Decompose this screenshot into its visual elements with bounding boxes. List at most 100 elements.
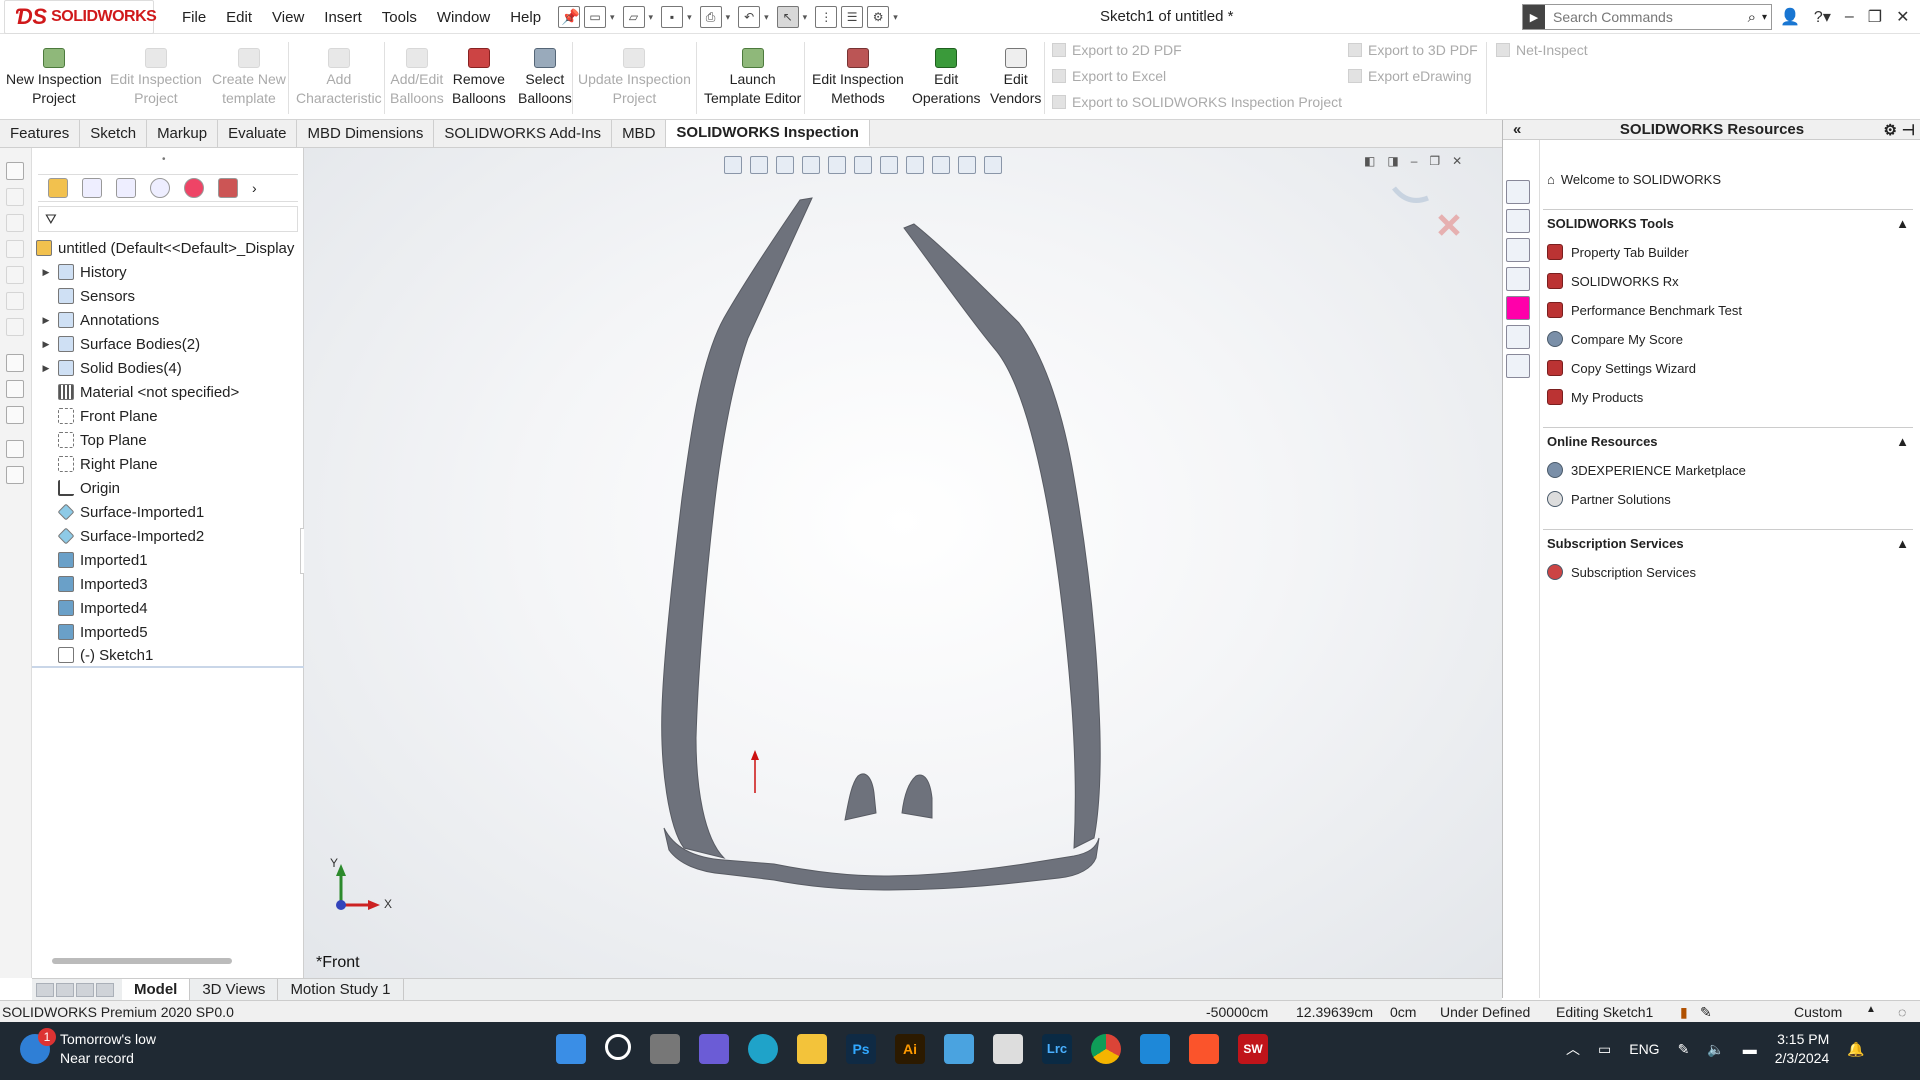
user-icon[interactable]: 👤 <box>1780 7 1800 27</box>
confirmation-corner[interactable] <box>1392 186 1460 236</box>
solidworks-taskbar-icon[interactable]: SW <box>1238 1034 1268 1064</box>
expand-arrow-icon[interactable]: ▶ <box>40 363 52 374</box>
chevron-down-icon[interactable]: ▾ <box>1762 12 1767 23</box>
chat-icon[interactable] <box>699 1034 729 1064</box>
edit-inspection-project-button[interactable]: Edit Inspection Project <box>110 48 202 108</box>
collapse-icon[interactable]: ▲ <box>1896 216 1909 231</box>
edit-vendors-button[interactable]: Edit Vendors <box>990 48 1041 108</box>
print-icon[interactable]: ⎙ <box>699 6 722 28</box>
my-products-link[interactable]: My Products <box>1547 389 1913 405</box>
chevron-right-icon[interactable]: › <box>252 180 257 196</box>
select-balloons-button[interactable]: Select Balloons <box>518 48 572 108</box>
tool-icon[interactable] <box>6 162 24 180</box>
tab-mbd[interactable]: MBD <box>612 120 667 147</box>
tree-item-material[interactable]: Material <not specified> <box>32 380 304 404</box>
tool-icon[interactable] <box>6 266 24 284</box>
tool-icon[interactable] <box>6 318 24 336</box>
solidworks-logo[interactable]: ƊS SOLIDWORKS <box>4 0 157 34</box>
tree-item-solid-bodies[interactable]: ▶ Solid Bodies(4) <box>32 356 304 380</box>
create-new-template-button[interactable]: Create New template <box>212 48 286 108</box>
collapse-icon[interactable]: ▲ <box>1896 536 1909 551</box>
tab-model[interactable]: Model <box>122 979 191 1000</box>
task-view-icon[interactable] <box>650 1034 680 1064</box>
update-inspection-project-button[interactable]: Update Inspection Project <box>578 48 691 108</box>
calendar-icon[interactable] <box>993 1034 1023 1064</box>
chevron-up-icon[interactable]: ▲ <box>1866 1004 1876 1015</box>
display-manager-tab-icon[interactable] <box>184 178 204 198</box>
export-3d-pdf-button[interactable]: Export to 3D PDF <box>1348 42 1478 58</box>
tool-icon[interactable] <box>6 440 24 458</box>
tool-icon[interactable] <box>6 188 24 206</box>
pin-icon[interactable]: ⊣ <box>1902 121 1915 139</box>
menu-insert[interactable]: Insert <box>314 9 372 26</box>
subscription-services-link[interactable]: Subscription Services <box>1547 564 1913 580</box>
close-icon[interactable]: ✕ <box>1896 7 1909 27</box>
panel-grip[interactable]: • <box>162 154 166 165</box>
view-palette-icon[interactable] <box>1506 267 1530 291</box>
brave-browser-icon[interactable] <box>1189 1034 1219 1064</box>
tree-item-surface-imported1[interactable]: Surface-Imported1 <box>32 500 304 524</box>
feature-tree-tab-icon[interactable] <box>48 178 68 198</box>
prev-tab-icon[interactable] <box>56 982 74 997</box>
tree-item-top-plane[interactable]: Top Plane <box>32 428 304 452</box>
design-library-icon[interactable] <box>1506 209 1530 233</box>
tool-icon[interactable] <box>6 406 24 424</box>
expand-arrow-icon[interactable]: ▶ <box>40 339 52 350</box>
sketch-point-arrow[interactable] <box>751 750 759 793</box>
select-pointer-icon[interactable]: ↖ <box>776 6 799 28</box>
export-2d-pdf-button[interactable]: Export to 2D PDF <box>1052 42 1182 58</box>
unit-system[interactable]: Custom <box>1794 1004 1842 1020</box>
tree-item-origin[interactable]: Origin <box>32 476 304 500</box>
menu-file[interactable]: File <box>172 9 216 26</box>
windows-start-icon[interactable] <box>556 1034 586 1064</box>
clock[interactable]: 3:15 PM 2/3/2024 <box>1775 1030 1830 1068</box>
network-display-icon[interactable]: ▭ <box>1598 1041 1611 1058</box>
export-inspection-project-button[interactable]: Export to SOLIDWORKS Inspection Project <box>1052 94 1342 110</box>
property-manager-tab-icon[interactable] <box>82 178 102 198</box>
tree-item-annotations[interactable]: ▶ Annotations <box>32 308 304 332</box>
expand-arrow-icon[interactable]: ▶ <box>40 267 52 278</box>
tab-sketch[interactable]: Sketch <box>80 120 148 147</box>
solidworks-rx-link[interactable]: SOLIDWORKS Rx <box>1547 273 1913 289</box>
graphics-viewport[interactable]: ◧ ◨ – ❐ ✕ Y X *Front <box>304 148 1502 978</box>
options-gear-icon[interactable]: ⚙ <box>867 6 890 28</box>
tab-features[interactable]: Features <box>0 120 81 147</box>
chevron-up-icon[interactable]: ︿ <box>1566 1039 1580 1059</box>
tool-icon[interactable] <box>6 240 24 258</box>
welcome-link[interactable]: ⌂ Welcome to SOLIDWORKS <box>1547 172 1913 187</box>
dimxpert-tab-icon[interactable] <box>150 178 170 198</box>
net-inspect-button[interactable]: Net-Inspect <box>1496 42 1588 58</box>
chevron-down-icon[interactable]: ▾ <box>893 12 898 23</box>
collapse-icon[interactable]: ▲ <box>1896 434 1909 449</box>
export-excel-button[interactable]: Export to Excel <box>1052 68 1166 84</box>
file-properties-icon[interactable]: ☰ <box>841 6 864 28</box>
tree-item-sketch1[interactable]: (-) Sketch1 <box>32 644 304 668</box>
next-tab-icon[interactable] <box>76 982 94 997</box>
tool-icon[interactable] <box>6 380 24 398</box>
edit-inspection-methods-button[interactable]: Edit Inspection Methods <box>812 48 904 108</box>
configuration-manager-tab-icon[interactable] <box>116 178 136 198</box>
filter-field[interactable]: ⛛ <box>38 206 298 232</box>
tree-item-imported1[interactable]: Imported1 <box>32 548 304 572</box>
battery-icon[interactable]: ▬ <box>1743 1041 1757 1057</box>
vscode-icon[interactable] <box>1140 1034 1170 1064</box>
photoshop-icon[interactable]: Ps <box>846 1034 876 1064</box>
menu-view[interactable]: View <box>262 9 314 26</box>
pen-icon[interactable]: ✎ <box>1678 1041 1690 1058</box>
notepad-icon[interactable] <box>944 1034 974 1064</box>
settings-gear-icon[interactable]: ⚙ <box>1884 121 1897 139</box>
partner-solutions-link[interactable]: Partner Solutions <box>1547 491 1913 507</box>
chevron-down-icon[interactable]: ▾ <box>764 12 769 23</box>
forum-icon[interactable] <box>1506 354 1530 378</box>
resources-home-icon[interactable] <box>1506 180 1530 204</box>
chevron-down-icon[interactable]: ▾ <box>649 12 654 23</box>
performance-benchmark-link[interactable]: Performance Benchmark Test <box>1547 302 1913 318</box>
compare-my-score-link[interactable]: Compare My Score <box>1547 331 1913 347</box>
restore-icon[interactable]: ❐ <box>1868 7 1882 27</box>
tool-icon[interactable] <box>6 466 24 484</box>
menu-tools[interactable]: Tools <box>372 9 427 26</box>
collapse-panel-icon[interactable]: « <box>1513 121 1521 138</box>
tab-solidworks-inspection[interactable]: SOLIDWORKS Inspection <box>666 120 870 147</box>
help-bubble-icon[interactable]: ◌ <box>1898 1004 1906 1020</box>
appearances-icon[interactable] <box>1506 296 1530 320</box>
